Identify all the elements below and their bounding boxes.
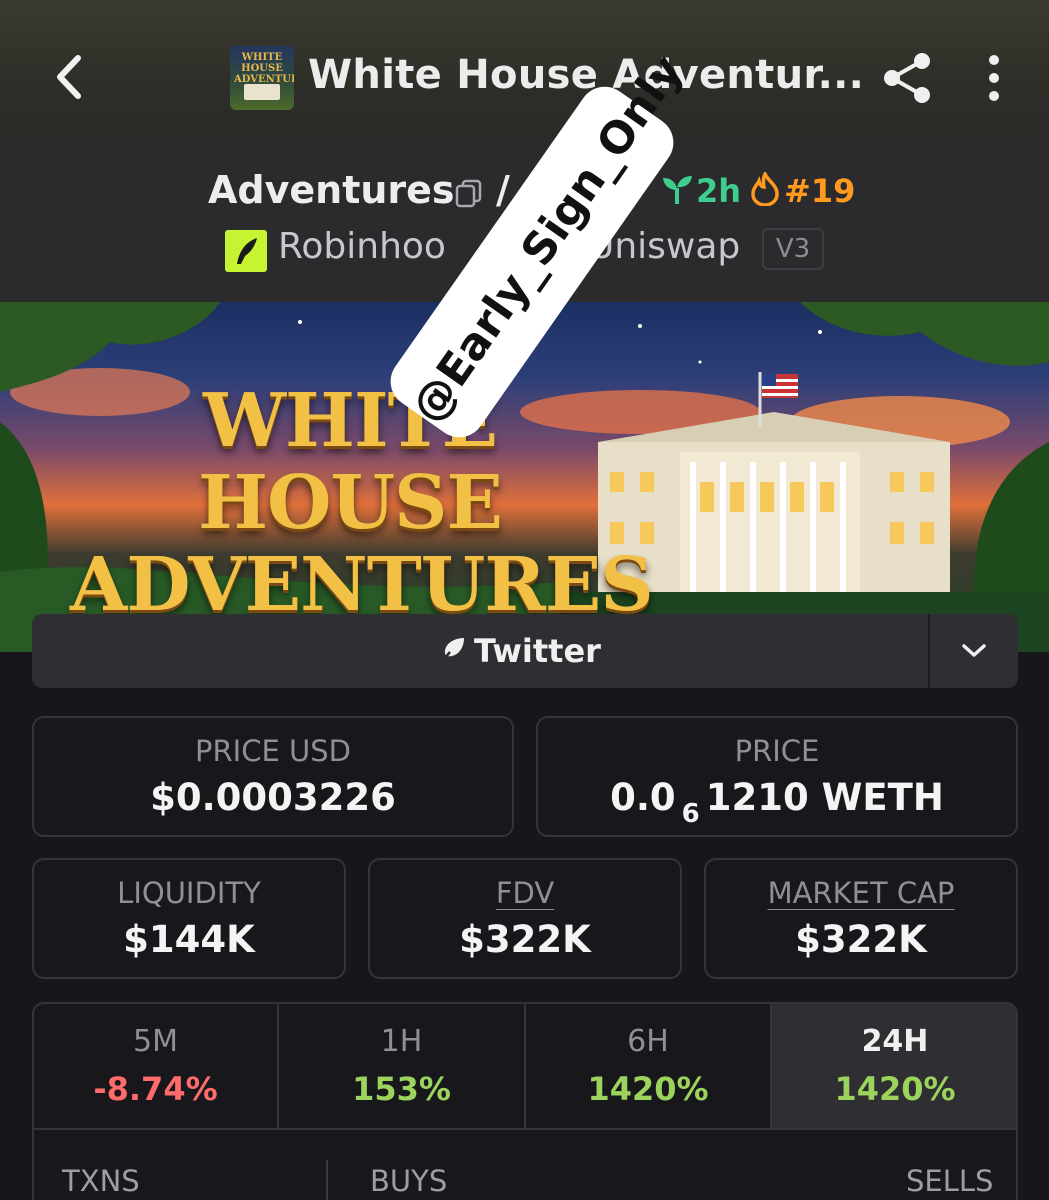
- txns-label: TXNS: [62, 1164, 140, 1198]
- buys-label: BUYS: [370, 1164, 448, 1198]
- flame-icon: [750, 169, 780, 207]
- price-suffix: 1210 WETH: [705, 776, 944, 819]
- liquidity-label: LIQUIDITY: [117, 876, 261, 910]
- twitter-button[interactable]: Twitter: [32, 614, 928, 688]
- pair-age: 2h: [696, 172, 742, 210]
- market-cap-label[interactable]: MARKET CAP: [706, 876, 1016, 910]
- market-cap-value: $322K: [795, 918, 927, 961]
- chevron-down-icon: [962, 644, 986, 657]
- change-value: 153%: [352, 1070, 451, 1108]
- back-arrow-icon[interactable]: [46, 52, 96, 102]
- price-usd-card: PRICE USD $0.0003226: [32, 716, 514, 837]
- change-value: -8.74%: [93, 1070, 218, 1108]
- banner-line-1: WHITE HOUSE: [198, 378, 503, 546]
- price-prefix: 0.0: [610, 776, 676, 819]
- trending-rank: #19: [784, 172, 856, 210]
- tab-label: 24H: [861, 1024, 929, 1059]
- market-cap-card[interactable]: MARKET CAP $322K: [704, 858, 1018, 979]
- tab-label: 1H: [380, 1024, 423, 1059]
- share-icon[interactable]: [880, 50, 936, 106]
- dex-version-badge: V3: [762, 228, 824, 270]
- feather-icon: [434, 636, 466, 668]
- twitter-label: Twitter: [474, 632, 601, 670]
- sells-label: SELLS: [906, 1164, 994, 1198]
- price-usd-label: PRICE USD: [195, 734, 351, 768]
- price-zero-count: 6: [681, 799, 700, 829]
- chain-name[interactable]: Robinhoo: [278, 226, 446, 267]
- banner-title: WHITE HOUSE ADVENTURES: [70, 378, 654, 626]
- price-native-label: PRICE: [734, 734, 820, 768]
- links-dropdown-button[interactable]: [930, 614, 1018, 688]
- fdv-value: $322K: [459, 918, 591, 961]
- top-bar: WHITE HOUSE ADVENTURES White House Adven…: [0, 0, 1049, 142]
- change-value: 1420%: [587, 1070, 709, 1108]
- token-thumbnail: WHITE HOUSE ADVENTURES: [230, 46, 294, 110]
- price-usd-value: $0.0003226: [150, 776, 396, 819]
- tab-1h[interactable]: 1H 153%: [279, 1004, 526, 1128]
- change-value: 1420%: [834, 1070, 956, 1108]
- liquidity-card: LIQUIDITY $144K: [32, 858, 346, 979]
- tab-label: 5M: [133, 1024, 178, 1059]
- page-title: White House Adventur...: [308, 52, 865, 98]
- liquidity-value: $144K: [123, 918, 255, 961]
- robinhood-chain-icon: [225, 230, 267, 272]
- fdv-label[interactable]: FDV: [370, 876, 680, 910]
- price-change-panel: 5M -8.74% 1H 153% 6H 1420% 24H 1420% TXN…: [32, 1002, 1018, 1200]
- tab-label: 6H: [627, 1024, 669, 1059]
- thumbnail-text: WHITE HOUSE ADVENTURES: [234, 52, 294, 85]
- twitter-link-group: Twitter: [32, 614, 1018, 688]
- tab-6h[interactable]: 6H 1420%: [526, 1004, 772, 1128]
- tab-24h[interactable]: 24H 1420%: [772, 1004, 1016, 1128]
- price-native-value: 0.0 6 1210 WETH: [538, 776, 1016, 829]
- token-name: Adventures: [208, 168, 455, 212]
- sprout-icon: [660, 174, 694, 206]
- copy-icon[interactable]: [454, 178, 484, 208]
- fdv-card[interactable]: FDV $322K: [368, 858, 682, 979]
- tab-5m[interactable]: 5M -8.74%: [34, 1004, 279, 1128]
- price-native-card: PRICE 0.0 6 1210 WETH: [536, 716, 1018, 837]
- more-options-icon[interactable]: [970, 52, 1018, 104]
